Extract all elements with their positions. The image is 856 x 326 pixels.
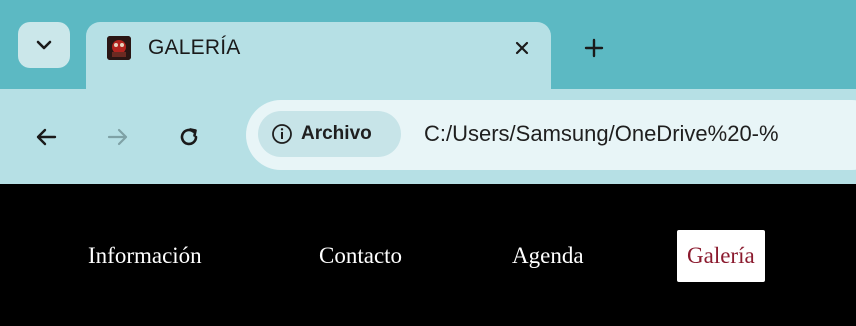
nav-link-informacion[interactable]: Información <box>88 230 202 282</box>
close-icon <box>515 41 529 55</box>
nav-link-contacto[interactable]: Contacto <box>319 230 402 282</box>
back-button[interactable] <box>24 115 68 159</box>
plus-icon <box>584 38 604 58</box>
nav-link-agenda[interactable]: Agenda <box>512 230 584 282</box>
forward-button[interactable] <box>96 115 140 159</box>
reload-button[interactable] <box>167 115 211 159</box>
back-arrow-icon <box>36 128 57 146</box>
tab-search-button[interactable] <box>18 22 70 68</box>
chevron-down-icon <box>36 40 52 50</box>
address-bar[interactable]: Archivo C:/Users/Samsung/OneDrive%20-% <box>246 100 856 170</box>
browser-tab[interactable]: GALERÍA <box>86 22 551 89</box>
nav-link-galeria[interactable]: Galería <box>677 230 765 282</box>
site-info-chip[interactable]: Archivo <box>258 111 401 157</box>
new-tab-button[interactable] <box>572 28 616 68</box>
site-favicon <box>107 36 131 60</box>
tab-title: GALERÍA <box>148 36 241 59</box>
site-info-label: Archivo <box>301 123 372 144</box>
reload-icon <box>180 128 198 146</box>
info-icon <box>272 124 292 144</box>
site-navigation-bar: Información Contacto Agenda Galería <box>0 184 856 326</box>
browser-toolbar: Archivo C:/Users/Samsung/OneDrive%20-% <box>0 89 856 184</box>
url-text[interactable]: C:/Users/Samsung/OneDrive%20-% <box>424 119 779 149</box>
tab-close-button[interactable] <box>506 32 538 64</box>
forward-arrow-icon <box>107 128 128 146</box>
tab-strip: GALERÍA <box>0 0 856 89</box>
